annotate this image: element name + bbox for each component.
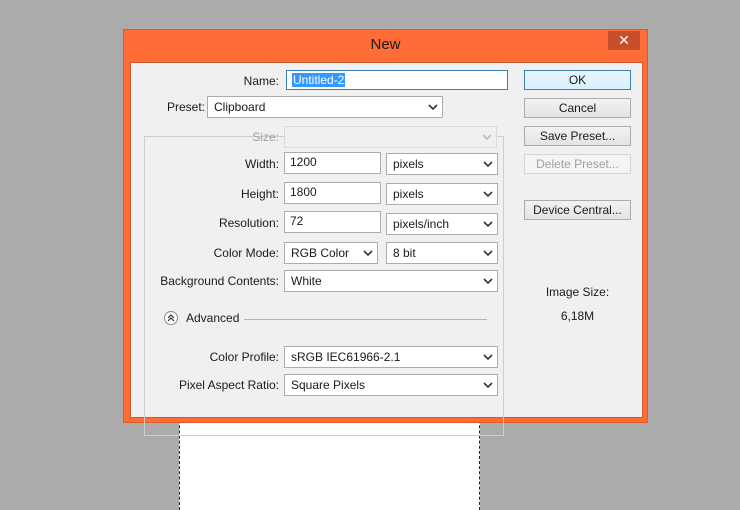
size-label: Size: [252,130,279,144]
background-contents-select[interactable]: White [284,270,498,292]
resolution-value: 72 [290,214,304,228]
chevron-down-icon [483,221,493,228]
chevron-down-icon [483,278,493,285]
chevron-down-icon [363,250,373,257]
chevron-down-icon [483,382,493,389]
new-document-dialog: New ✕ Name: Untitled-2 Preset: Clipboard… [123,29,648,436]
close-button[interactable]: ✕ [608,31,640,50]
preset-value: Clipboard [214,100,266,114]
advanced-toggle[interactable] [164,311,178,325]
save-preset-button[interactable]: Save Preset... [524,126,631,146]
chevron-down-icon [483,161,493,168]
bit-depth-select[interactable]: 8 bit [386,242,498,264]
close-icon: ✕ [618,32,630,48]
pixel-aspect-ratio-value: Square Pixels [291,378,366,392]
height-unit-select[interactable]: pixels [386,183,498,205]
width-unit-select[interactable]: pixels [386,153,498,175]
color-profile-label: Color Profile: [209,350,279,364]
pixel-aspect-ratio-select[interactable]: Square Pixels [284,374,498,396]
bit-depth-value: 8 bit [393,246,416,260]
background-contents-label: Background Contents: [160,274,279,288]
size-select [284,126,497,148]
image-size-value: 6,18M [560,309,595,323]
name-label: Name: [243,74,279,88]
color-mode-select[interactable]: RGB Color [284,242,378,264]
height-value: 1800 [290,185,317,199]
image-size-label: Image Size: [545,285,610,299]
height-label: Height: [240,187,279,201]
name-value: Untitled-2 [292,73,346,87]
background-contents-value: White [291,274,322,288]
preset-select[interactable]: Clipboard [207,96,443,118]
chevron-down-icon [482,134,492,141]
dialog-title: New [370,36,401,53]
width-value: 1200 [290,155,317,169]
color-profile-select[interactable]: sRGB IEC61966-2.1 [284,346,498,368]
chevron-down-icon [483,354,493,361]
chevron-down-icon [428,104,438,111]
dialog-body: Name: Untitled-2 Preset: Clipboard Size:… [130,62,643,436]
chevron-down-icon [483,250,493,257]
name-input[interactable]: Untitled-2 [286,70,508,90]
cancel-button[interactable]: Cancel [524,98,631,118]
width-input[interactable]: 1200 [284,152,381,174]
resolution-label: Resolution: [218,216,279,230]
advanced-label: Advanced [186,311,240,325]
delete-preset-button: Delete Preset... [524,154,631,174]
resolution-unit-value: pixels/inch [393,217,450,231]
title-bar[interactable]: New ✕ [124,30,647,60]
color-mode-label: Color Mode: [213,246,279,260]
pixel-aspect-ratio-label: Pixel Aspect Ratio: [178,378,279,392]
color-profile-value: sRGB IEC61966-2.1 [291,350,401,364]
ok-button[interactable]: OK [524,70,631,90]
preset-label: Preset: [151,100,207,114]
chevron-down-icon [483,191,493,198]
resolution-unit-select[interactable]: pixels/inch [386,213,498,235]
device-central-button[interactable]: Device Central... [524,200,631,220]
width-label: Width: [244,157,279,171]
color-mode-value: RGB Color [291,246,350,260]
height-input[interactable]: 1800 [284,182,381,204]
width-unit-value: pixels [393,157,424,171]
resolution-input[interactable]: 72 [284,211,381,233]
height-unit-value: pixels [393,187,424,201]
advanced-separator [244,319,487,320]
double-chevron-up-icon [167,314,175,322]
